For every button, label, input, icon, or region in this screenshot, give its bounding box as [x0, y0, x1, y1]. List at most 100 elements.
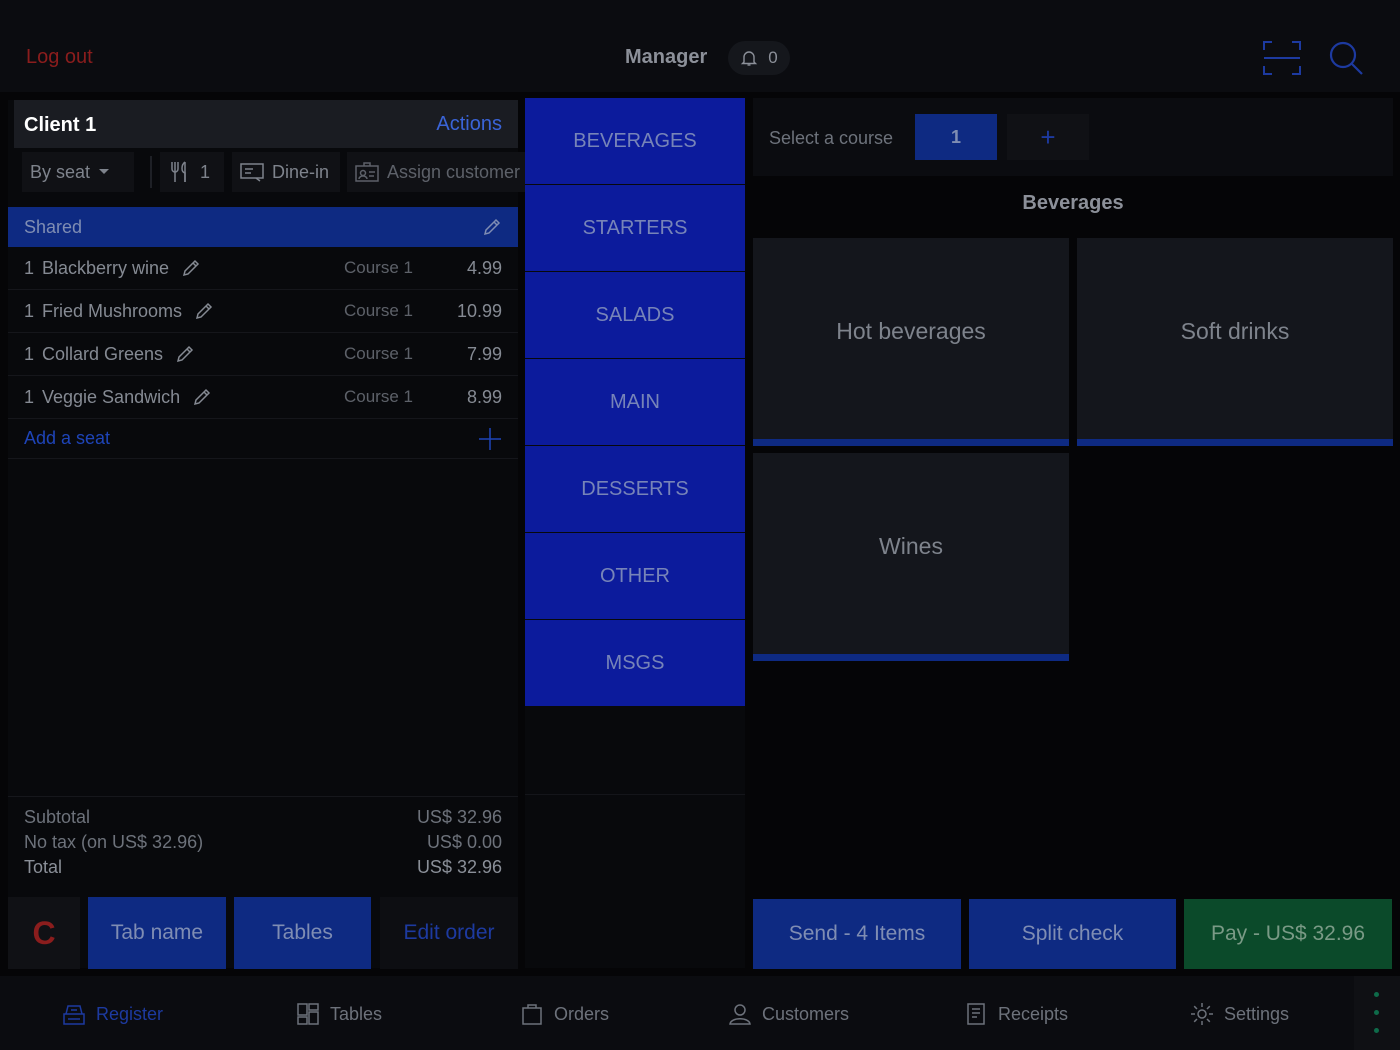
menu-panel: Select a course 1 + Beverages Hot bevera…	[753, 98, 1393, 969]
add-seat-button[interactable]: Add a seat	[8, 419, 518, 459]
tab-name-button[interactable]: Tab name	[88, 897, 226, 969]
guests-count: 1	[200, 161, 211, 182]
course-selector: Select a course 1 +	[753, 98, 1393, 176]
order-item[interactable]: 1 Blackberry wine Course 1 4.99	[8, 247, 518, 290]
nav-orders-label: Orders	[554, 1003, 610, 1024]
add-seat-label: Add a seat	[24, 428, 111, 448]
order-item[interactable]: 1 Veggie Sandwich Course 1 8.99	[8, 376, 518, 419]
pay-button[interactable]: Pay - US$ 32.96	[1184, 899, 1392, 969]
category-divider	[525, 794, 745, 795]
tax-row: No tax (on US$ 32.96) US$ 0.00	[24, 832, 502, 857]
clear-button[interactable]: C	[8, 897, 80, 969]
guests-button[interactable]: 1	[160, 152, 224, 192]
send-button[interactable]: Send - 4 Items	[753, 899, 961, 969]
item-name: Collard Greens	[42, 343, 164, 364]
edit-icon[interactable]	[175, 344, 195, 364]
service-type-button[interactable]: Dine-in	[232, 152, 340, 192]
edit-icon[interactable]	[194, 301, 214, 321]
subtotal-value: US$ 32.96	[416, 807, 502, 827]
shopping-bag-icon	[522, 1004, 542, 1025]
more-dot	[1374, 1010, 1379, 1015]
nav-receipts-label: Receipts	[998, 1003, 1069, 1024]
assign-customer-button[interactable]: Assign customer	[347, 152, 525, 192]
item-course: Course 1	[344, 344, 413, 363]
nav-settings[interactable]: Settings	[1190, 1002, 1289, 1026]
plus-icon	[479, 427, 501, 450]
add-course-button[interactable]: +	[1007, 114, 1089, 160]
client-header: Client 1 Actions	[14, 100, 518, 148]
nav-tables-label: Tables	[330, 1003, 383, 1024]
course-label: Select a course	[769, 128, 894, 148]
order-item[interactable]: 1 Fried Mushrooms Course 1 10.99	[8, 290, 518, 333]
nav-receipts[interactable]: Receipts	[964, 1002, 1068, 1026]
item-price: 4.99	[466, 257, 502, 278]
category-msgs[interactable]: MSGS	[525, 620, 745, 706]
nav-orders[interactable]: Orders	[520, 1002, 609, 1026]
order-items: 1 Blackberry wine Course 1 4.99 1 Fried …	[8, 247, 518, 459]
order-panel: Client 1 Actions By seat 1 Dine-in Assig…	[8, 100, 525, 969]
item-name: Blackberry wine	[42, 257, 170, 278]
scan-icon[interactable]	[1262, 40, 1302, 76]
item-course: Course 1	[344, 387, 413, 406]
more-dot	[1374, 1028, 1379, 1033]
tax-label: No tax (on US$ 32.96)	[24, 832, 204, 852]
bottom-nav: Register Tables Orders Customers Receipt…	[0, 976, 1400, 1050]
item-course: Course 1	[344, 258, 413, 277]
cutlery-icon	[171, 161, 186, 182]
cash-register-icon	[63, 1005, 85, 1025]
nav-settings-label: Settings	[1224, 1003, 1290, 1024]
category-other[interactable]: OTHER	[525, 533, 745, 619]
tables-button[interactable]: Tables	[234, 897, 371, 969]
service-type-label: Dine-in	[272, 161, 330, 182]
contact-card-icon	[355, 162, 379, 182]
item-name: Veggie Sandwich	[42, 386, 181, 407]
more-dot	[1374, 992, 1379, 997]
actions-button[interactable]: Actions	[436, 113, 502, 136]
item-price: 8.99	[466, 386, 502, 407]
seat-header-shared[interactable]: Shared	[8, 207, 518, 247]
order-item[interactable]: 1 Collard Greens Course 1 7.99	[8, 333, 518, 376]
item-qty: 1	[24, 257, 35, 278]
category-starters[interactable]: STARTERS	[525, 185, 745, 271]
split-mode-select[interactable]: By seat	[22, 152, 134, 192]
menu-tile-wines[interactable]: Wines	[753, 453, 1069, 661]
menu-tile-soft-drinks[interactable]: Soft drinks	[1077, 238, 1393, 446]
split-check-button[interactable]: Split check	[969, 899, 1176, 969]
notifications-badge[interactable]: 0	[728, 41, 790, 75]
nav-register-label: Register	[96, 1003, 164, 1024]
notifications-count: 0	[768, 48, 778, 67]
checkout-buttons: Send - 4 Items Split check Pay - US$ 32.…	[753, 899, 1393, 969]
category-list: BEVERAGES STARTERS SALADS MAIN DESSERTS …	[525, 98, 745, 968]
nav-customers-label: Customers	[762, 1003, 850, 1024]
receipt-list-icon	[967, 1003, 985, 1025]
category-desserts[interactable]: DESSERTS	[525, 446, 745, 532]
toolbar-divider	[150, 156, 152, 188]
subtotal-row: Subtotal US$ 32.96	[24, 807, 502, 832]
item-qty: 1	[24, 300, 35, 321]
item-price: 10.99	[456, 300, 502, 321]
client-name[interactable]: Client 1	[24, 114, 96, 137]
menu-tile-hot-beverages[interactable]: Hot beverages	[753, 238, 1069, 446]
bell-icon	[741, 51, 758, 66]
assign-customer-label: Assign customer	[387, 161, 521, 182]
more-menu-button[interactable]	[1354, 976, 1400, 1050]
receipt-icon	[240, 163, 264, 182]
edit-icon[interactable]	[482, 217, 502, 237]
category-salads[interactable]: SALADS	[525, 272, 745, 358]
nav-register[interactable]: Register	[62, 1002, 163, 1026]
item-price: 7.99	[466, 343, 502, 364]
search-icon[interactable]	[1328, 40, 1364, 76]
edit-icon[interactable]	[192, 387, 212, 407]
nav-tables[interactable]: Tables	[296, 1002, 382, 1026]
total-row: Total US$ 32.96	[24, 857, 502, 882]
nav-customers[interactable]: Customers	[728, 1002, 849, 1026]
seat-label: Shared	[24, 216, 83, 237]
subtotal-label: Subtotal	[24, 807, 91, 827]
category-main[interactable]: MAIN	[525, 359, 745, 445]
gear-icon	[1191, 1003, 1213, 1025]
logout-button[interactable]: Log out	[26, 46, 93, 69]
course-1-button[interactable]: 1	[915, 114, 997, 160]
edit-order-button[interactable]: Edit order	[380, 897, 518, 969]
category-beverages[interactable]: BEVERAGES	[525, 98, 745, 184]
edit-icon[interactable]	[181, 258, 201, 278]
